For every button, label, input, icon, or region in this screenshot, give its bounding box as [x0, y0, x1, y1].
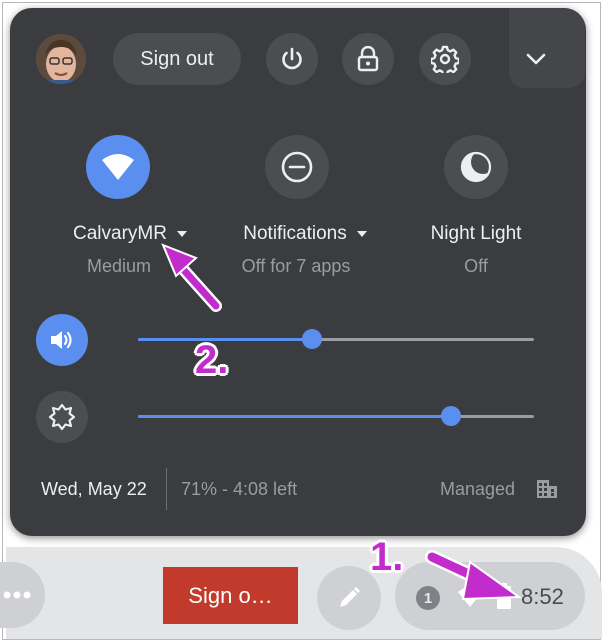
annotation-label-2: 2. [195, 338, 229, 382]
annotation-arrow-2 [161, 243, 222, 312]
annotation-arrows [161, 243, 522, 601]
annotation-arrow-1 [425, 550, 522, 601]
annotation-label-1: 1. [370, 535, 404, 579]
